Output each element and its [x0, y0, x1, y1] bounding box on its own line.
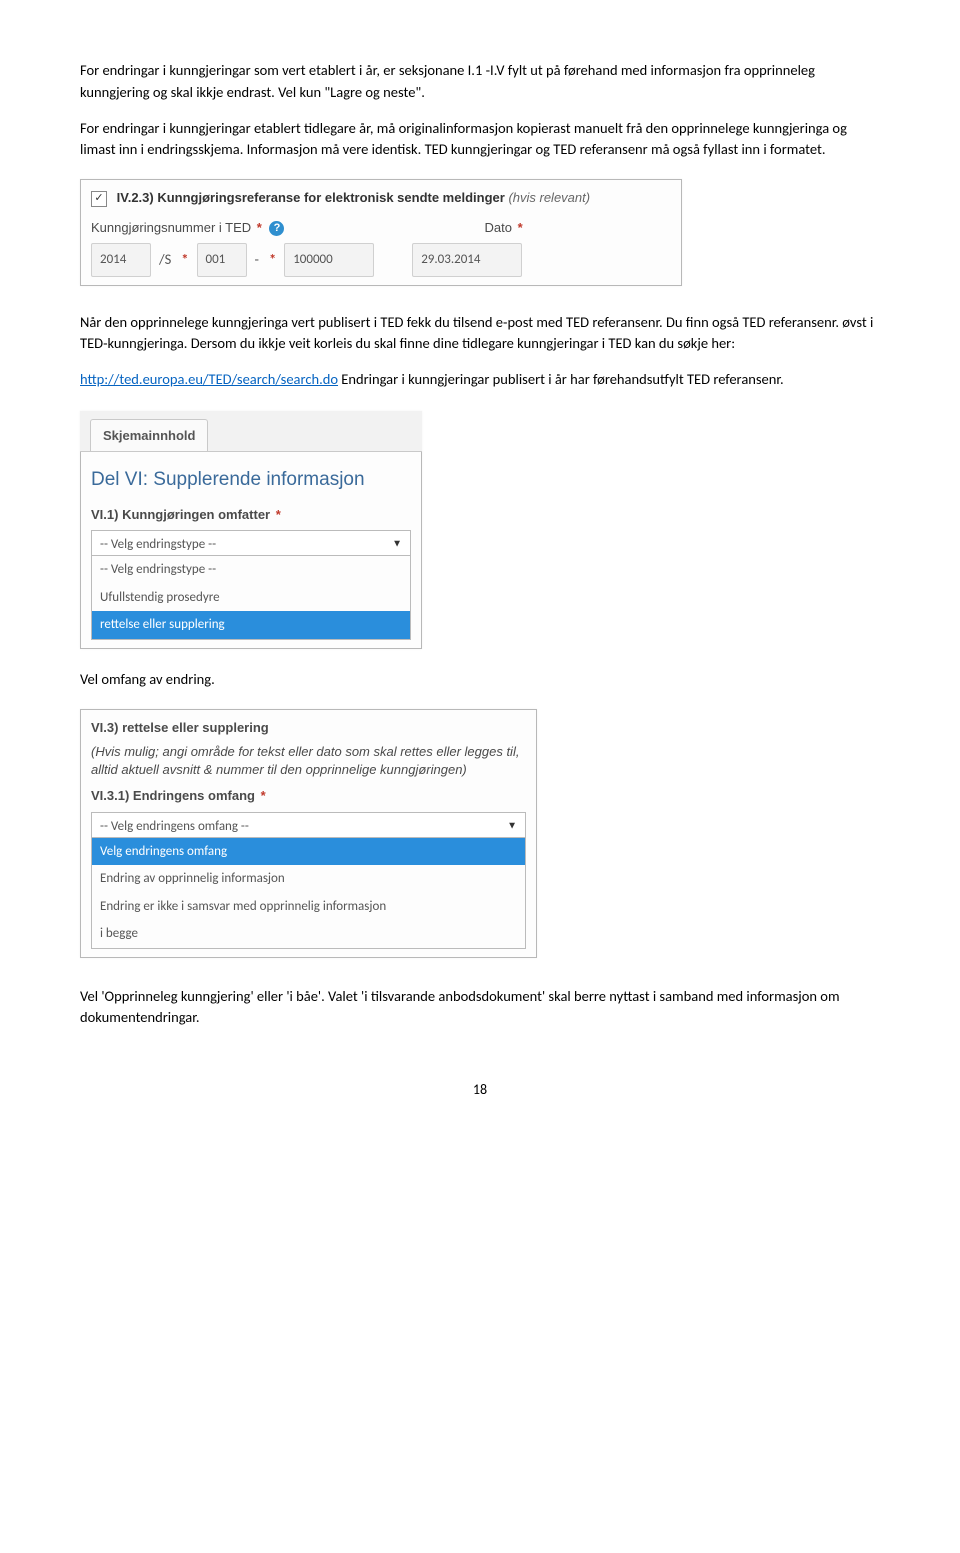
vi3-title: VI.3) rettelse eller supplering — [91, 718, 526, 738]
required-asterisk-icon: * — [518, 220, 523, 235]
ted-ref-heading-note: (hvis relevant) — [508, 190, 590, 205]
paragraph-vel-opprinneleg: Vel 'Opprinneleg kunngjering' eller 'i b… — [80, 986, 880, 1030]
select-endringstype[interactable]: -- Velg endringstype -- ▼ — [91, 530, 411, 556]
option-list-omfang: Velg endringens omfang Endring av opprin… — [91, 838, 526, 949]
option-list-endringstype: -- Velg endringstype -- Ufullstendig pro… — [91, 556, 411, 640]
paragraph-intro-2: For endringar i kunngjeringar etablert t… — [80, 118, 880, 162]
section-heading-del-vi: Del VI: Supplerende informasjon — [91, 466, 411, 495]
screenshot-del-vi: Skjemainnhold Del VI: Supplerende inform… — [80, 411, 422, 649]
select-endringens-omfang[interactable]: -- Velg endringens omfang -- ▼ — [91, 812, 526, 838]
option-item[interactable]: i begge — [92, 920, 525, 948]
ted-date-input[interactable]: 29.03.2014 — [412, 243, 522, 277]
page-number: 18 — [80, 1079, 880, 1100]
label-endringens-omfang: VI.3.1) Endringens omfang — [91, 788, 255, 803]
option-item[interactable]: Endring er ikke i samsvar med opprinneli… — [92, 893, 525, 921]
paragraph-ted-published: Når den opprinnelege kunngjeringa vert p… — [80, 312, 880, 356]
screenshot-vi3: VI.3) rettelse eller supplering (Hvis mu… — [80, 709, 537, 958]
vi3-grey-note: (Hvis mulig; angi område for tekst eller… — [91, 743, 526, 778]
tab-skjemainnhold[interactable]: Skjemainnhold — [90, 419, 208, 452]
required-asterisk-icon: * — [181, 249, 188, 271]
label-ted-number: Kunngjøringsnummer i TED — [91, 220, 251, 235]
chevron-down-icon: ▼ — [392, 536, 402, 551]
ted-year-input[interactable]: 2014 — [91, 243, 151, 277]
paragraph-link-tail: Endringar i kunngjeringar publisert i år… — [338, 370, 784, 388]
select-value: -- Velg endringstype -- — [100, 535, 216, 555]
select-value: -- Velg endringens omfang -- — [100, 817, 249, 837]
paragraph-intro-1: For endringar i kunngjeringar som vert e… — [80, 60, 880, 104]
help-icon[interactable]: ? — [269, 221, 284, 236]
option-item[interactable]: Endring av opprinnelig informasjon — [92, 865, 525, 893]
label-date: Dato — [484, 220, 511, 235]
chevron-down-icon: ▼ — [507, 817, 517, 832]
option-item[interactable]: -- Velg endringstype -- — [92, 556, 410, 584]
separator-text: /S — [159, 249, 171, 271]
checkbox-icon[interactable]: ✓ — [91, 191, 107, 207]
paragraph-link: http://ted.europa.eu/TED/search/search.d… — [80, 369, 880, 391]
ted-number-input[interactable]: 100000 — [284, 243, 374, 277]
required-asterisk-icon: * — [276, 507, 281, 522]
required-asterisk-icon: * — [261, 788, 266, 803]
ted-ref-heading: IV.2.3) Kunngjøringsreferanse for elektr… — [117, 190, 505, 205]
separator-text: - — [255, 249, 259, 271]
ted-s-input[interactable]: 001 — [197, 243, 247, 277]
option-item[interactable]: Ufullstendig prosedyre — [92, 584, 410, 612]
screenshot-ted-reference: ✓ IV.2.3) Kunngjøringsreferanse for elek… — [80, 179, 682, 286]
option-item-selected[interactable]: Velg endringens omfang — [92, 838, 525, 866]
required-asterisk-icon: * — [257, 220, 262, 235]
option-item-selected[interactable]: rettelse eller supplering — [92, 611, 410, 639]
required-asterisk-icon: * — [269, 249, 276, 271]
label-kunngjoring-omfatter: VI.1) Kunngjøringen omfatter — [91, 507, 270, 522]
ted-search-link[interactable]: http://ted.europa.eu/TED/search/search.d… — [80, 370, 338, 388]
paragraph-vel-omfang: Vel omfang av endring. — [80, 669, 880, 691]
